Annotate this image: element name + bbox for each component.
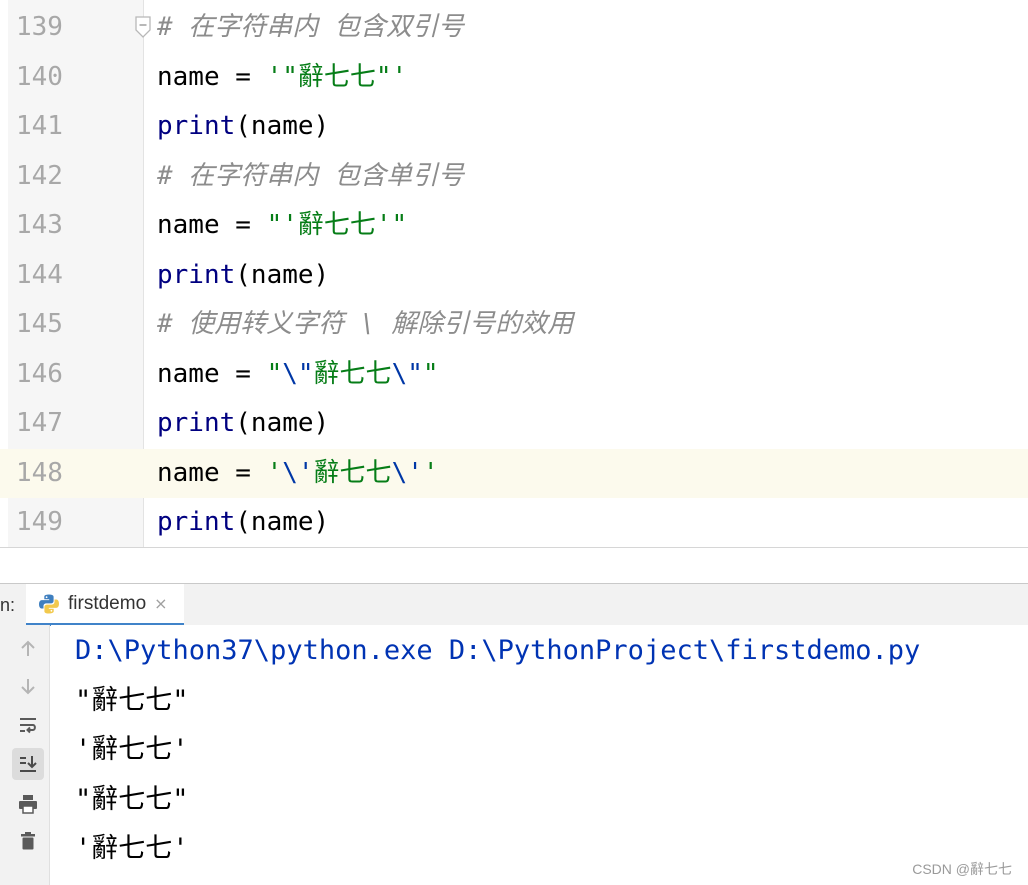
code-token: \': [391, 457, 423, 488]
code-text: # 使用转义字符 \ 解除引号的效用: [157, 300, 573, 350]
code-token: name =: [157, 457, 267, 488]
code-text: # 在字符串内 包含单引号: [157, 152, 464, 202]
code-token: '"辭七七"': [266, 61, 408, 92]
line-number: 139: [16, 12, 63, 42]
code-text: print(name): [157, 498, 329, 548]
console-output-line: "辭七七": [75, 783, 189, 815]
code-line[interactable]: 146 name = "\"辭七七\"": [0, 350, 1028, 400]
line-number: 146: [16, 358, 63, 389]
code-line[interactable]: 139 # 在字符串内 包含双引号: [0, 3, 1028, 53]
code-token: (name): [235, 259, 330, 290]
line-number: 140: [16, 61, 63, 92]
code-line[interactable]: 141 print(name): [0, 102, 1028, 152]
code-token: ': [422, 457, 439, 488]
code-editor[interactable]: 139 # 在字符串内 包含双引号 140 name = '"辭七七"' 141 prin…: [0, 0, 1028, 547]
code-text: # 在字符串内 包含双引号: [157, 3, 464, 53]
code-token: print: [157, 111, 236, 141]
console-output-line: "辭七七": [75, 684, 189, 716]
code-line[interactable]: 143 name = "'辭七七'": [0, 201, 1028, 251]
code-token: print: [157, 408, 236, 438]
tab-label: firstdemo: [68, 592, 147, 614]
code-line[interactable]: 144 print(name): [0, 251, 1028, 301]
arrow-up-icon: [21, 640, 35, 656]
code-token: "'辭七七'": [266, 210, 408, 240]
code-text: print(name): [157, 399, 329, 449]
code-text: print(name): [157, 102, 329, 152]
code-line[interactable]: 149 print(name): [0, 498, 1028, 548]
clear-all-button[interactable]: [12, 825, 44, 857]
code-token: ": [422, 358, 439, 389]
run-toolbar: [0, 625, 50, 885]
code-line[interactable]: 148 name = '\'辭七七\'': [0, 448, 1028, 499]
scroll-down-button[interactable]: [12, 670, 44, 702]
code-line[interactable]: 142 # 在字符串内 包含单引号: [0, 152, 1028, 202]
code-line[interactable]: 147 print(name): [0, 399, 1028, 449]
soft-wrap-button[interactable]: [12, 709, 44, 741]
console-output[interactable]: D:\Python37\python.exe D:\PythonProject\…: [51, 625, 1028, 885]
code-text: name = '\'辭七七\'': [157, 449, 439, 499]
line-number: 141: [16, 111, 63, 141]
code-token: ': [266, 457, 283, 488]
code-token: ": [266, 358, 283, 389]
line-number: 143: [16, 210, 63, 240]
code-token: (name): [235, 408, 330, 438]
line-number: 144: [16, 259, 63, 290]
code-token: \": [391, 358, 423, 389]
code-text: name = "'辭七七'": [157, 201, 407, 251]
scroll-to-end-icon: [20, 756, 37, 772]
trash-icon: [21, 832, 35, 850]
arrow-down-icon: [21, 679, 35, 695]
code-token: name =: [157, 61, 267, 92]
code-token: print: [157, 507, 236, 537]
line-number: 148: [16, 457, 63, 488]
scroll-up-button[interactable]: [12, 633, 44, 665]
line-number: 145: [16, 309, 63, 339]
run-tool-header: n: firstdemo ×: [0, 583, 1028, 626]
code-token: (name): [235, 507, 330, 537]
run-window-label: n:: [0, 595, 16, 615]
print-icon: [19, 795, 37, 814]
code-token: # 在字符串内 包含双引号: [157, 12, 464, 42]
editor-scroll-area: [0, 547, 1028, 583]
console-output-line: '辭七七': [75, 734, 189, 765]
code-token: 辭七七: [313, 358, 392, 389]
console-output-line: '辭七七': [75, 833, 189, 864]
python-icon: [39, 594, 59, 613]
close-icon[interactable]: ×: [154, 594, 167, 613]
console-command-line: D:\Python37\python.exe D:\PythonProject\…: [75, 635, 921, 666]
code-token: print: [157, 259, 236, 290]
watermark: CSDN @辭七七: [912, 861, 1012, 877]
code-token: # 使用转义字符 \ 解除引号的效用: [157, 309, 574, 339]
print-button[interactable]: [12, 788, 44, 820]
line-number: 147: [16, 408, 63, 438]
scroll-to-end-button[interactable]: [12, 748, 44, 780]
tab-firstdemo[interactable]: firstdemo ×: [26, 584, 184, 626]
code-token: (name): [235, 111, 330, 141]
code-token: \': [282, 457, 314, 488]
line-number: 149: [16, 507, 63, 537]
soft-wrap-icon: [20, 718, 36, 734]
code-line[interactable]: 140 name = '"辭七七"': [0, 53, 1028, 103]
code-text: print(name): [157, 251, 329, 301]
line-number: 142: [16, 160, 63, 191]
code-text: name = '"辭七七"': [157, 53, 407, 103]
code-token: 辭七七: [313, 457, 392, 488]
code-token: name =: [157, 358, 267, 389]
code-token: name =: [157, 210, 267, 240]
fold-icon[interactable]: [133, 15, 153, 39]
code-text: name = "\"辭七七\"": [157, 350, 439, 400]
code-token: # 在字符串内 包含单引号: [157, 160, 464, 191]
code-token: \": [282, 358, 314, 389]
code-line[interactable]: 145 # 使用转义字符 \ 解除引号的效用: [0, 300, 1028, 350]
